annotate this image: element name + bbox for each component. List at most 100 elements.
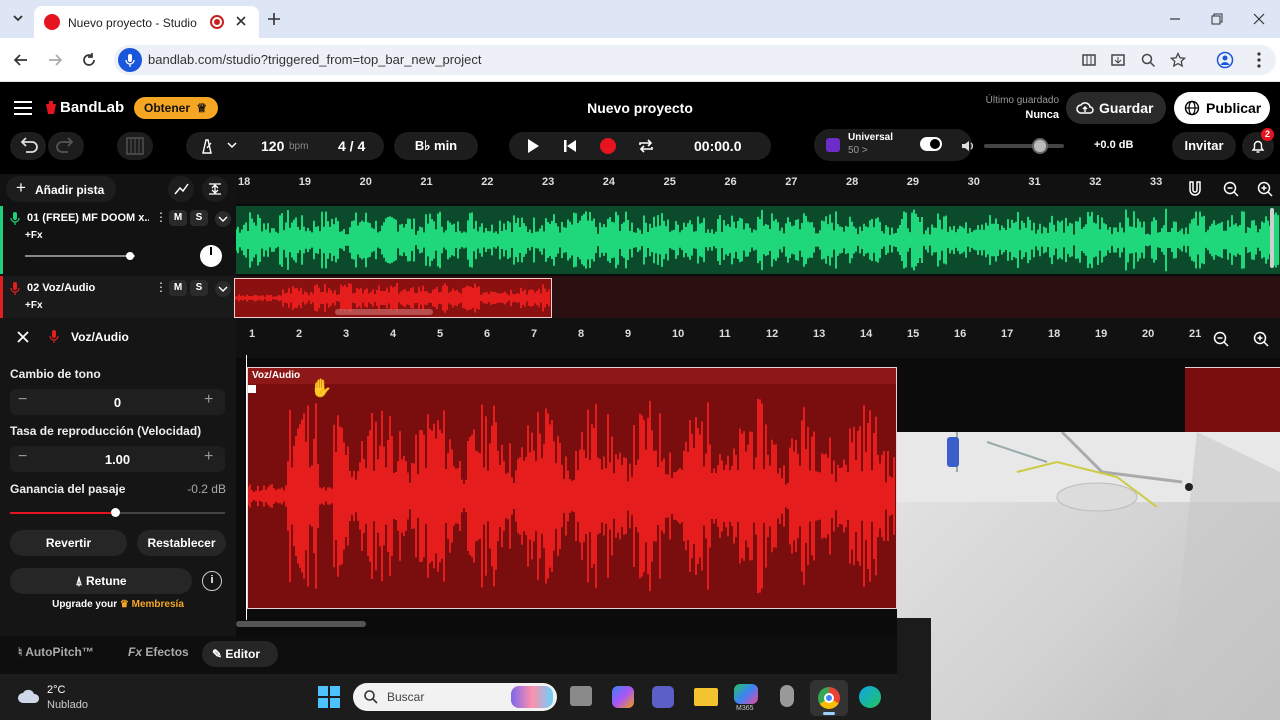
minimize-window-icon[interactable] — [1168, 12, 1182, 26]
undo-button[interactable] — [10, 132, 46, 160]
loop-icon[interactable] — [637, 137, 655, 155]
track-lane-2[interactable] — [234, 276, 1280, 318]
increment-icon[interactable]: + — [204, 448, 213, 466]
solo-button[interactable]: S — [190, 210, 208, 226]
track-expand-chevron-icon[interactable] — [215, 281, 231, 297]
tab-list-chevron-icon[interactable] — [10, 10, 26, 26]
editor-zoom-in-icon[interactable] — [1250, 328, 1272, 350]
mute-button[interactable]: M — [169, 210, 187, 226]
file-explorer-icon[interactable] — [694, 688, 718, 706]
browser-tab[interactable]: Nuevo proyecto - Studio — [34, 6, 259, 38]
close-window-icon[interactable] — [1252, 12, 1266, 26]
add-fx-button[interactable]: +Fx — [25, 300, 43, 311]
profile-icon[interactable] — [1216, 51, 1234, 69]
back-icon[interactable] — [12, 51, 30, 69]
weather-cloud-icon[interactable] — [16, 686, 42, 706]
publish-button[interactable]: Publicar — [1174, 92, 1270, 124]
reload-icon[interactable] — [80, 51, 98, 69]
track-volume-slider[interactable] — [25, 252, 135, 260]
mute-button[interactable]: M — [169, 280, 187, 296]
close-editor-icon[interactable] — [16, 330, 30, 344]
universal-sub[interactable]: 50 > — [848, 145, 868, 156]
solo-button[interactable]: S — [190, 280, 208, 296]
gain-slider[interactable] — [10, 508, 225, 517]
audio-region[interactable] — [234, 278, 552, 318]
url-field[interactable]: bandlab.com/studio?triggered_from=top_ba… — [114, 45, 1276, 75]
add-track-button[interactable]: + Añadir pista — [6, 176, 116, 202]
track-expand-chevron-icon[interactable] — [215, 211, 231, 227]
track-lane-1[interactable] — [236, 206, 1280, 274]
revert-button[interactable]: Revertir — [10, 530, 127, 556]
track-header-1[interactable]: 01 (FREE) MF DOOM x... ⋮ M S +Fx — [0, 206, 236, 274]
bpm-value[interactable]: 120 — [261, 138, 284, 154]
teams-icon[interactable] — [652, 686, 674, 708]
vertical-scrollbar[interactable] — [1270, 208, 1274, 268]
recorder-app-icon[interactable] — [780, 685, 794, 707]
bookmark-star-icon[interactable] — [1170, 52, 1186, 68]
retune-button[interactable]: ⍋ Retune — [10, 568, 192, 594]
rate-stepper[interactable]: − 1.00 + — [10, 446, 225, 472]
track-header-2[interactable]: 02 Voz/Audio ⋮ M S +Fx — [0, 276, 236, 318]
volume-icon[interactable] — [960, 138, 976, 154]
tab-autopitch[interactable]: ♮ AutoPitch™ — [18, 645, 94, 659]
snap-magnet-icon[interactable] — [1184, 178, 1206, 200]
play-icon[interactable] — [526, 138, 540, 154]
project-title[interactable]: Nuevo proyecto — [540, 100, 740, 116]
obtener-button[interactable]: Obtener ♕ — [134, 97, 218, 119]
reset-button[interactable]: Restablecer — [137, 530, 226, 556]
reading-mode-icon[interactable] — [1081, 52, 1097, 68]
track-name[interactable]: 01 (FREE) MF DOOM x... — [27, 212, 149, 224]
track-name[interactable]: 02 Voz/Audio — [27, 282, 95, 294]
edge-icon[interactable] — [859, 686, 881, 708]
key-selector[interactable]: B♭ min — [394, 132, 478, 160]
pan-knob[interactable] — [200, 245, 222, 267]
m365-icon[interactable] — [734, 684, 758, 704]
editor-zoom-out-icon[interactable] — [1210, 328, 1232, 350]
task-view-icon[interactable] — [570, 686, 592, 706]
microphone-permission-icon[interactable] — [118, 48, 142, 72]
metronome-icon[interactable] — [198, 138, 214, 154]
new-tab-icon[interactable] — [266, 11, 282, 27]
save-button[interactable]: Guardar — [1066, 92, 1166, 124]
taskbar-search-field[interactable]: Buscar — [353, 683, 557, 711]
master-volume-slider[interactable] — [984, 138, 1064, 154]
pitch-value[interactable]: 0 — [10, 395, 225, 410]
editor-audio-clip[interactable]: Voz/Audio — [247, 367, 897, 609]
increment-icon[interactable]: + — [204, 391, 213, 409]
editor-ruler[interactable]: 1 2 3 4 5 6 7 8 9 10 11 12 13 14 15 16 17 18 19 20 21 — [236, 318, 1280, 358]
hamburger-menu-icon[interactable] — [14, 100, 32, 116]
close-tab-icon[interactable] — [234, 14, 248, 28]
invite-button[interactable]: Invitar — [1172, 132, 1236, 160]
skip-to-start-icon[interactable] — [562, 138, 578, 154]
track-options-icon[interactable]: ⋮ — [155, 210, 167, 224]
gain-slider-thumb[interactable] — [111, 508, 121, 517]
zoom-in-icon[interactable] — [1254, 178, 1276, 200]
chrome-taskbar-button[interactable] — [810, 680, 848, 716]
info-icon[interactable]: i — [202, 571, 222, 591]
tab-effects[interactable]: Fx Efectos — [128, 645, 189, 659]
install-app-icon[interactable] — [1110, 52, 1126, 68]
automation-button[interactable] — [168, 176, 194, 202]
pitch-stepper[interactable]: − 0 + — [10, 389, 225, 415]
browser-menu-icon[interactable] — [1256, 51, 1262, 69]
track-options-icon[interactable]: ⋮ — [155, 280, 167, 294]
restore-window-icon[interactable] — [1210, 12, 1224, 26]
timeline-ruler[interactable]: 18 19 20 21 22 23 24 25 26 27 28 29 30 31 32 33 — [236, 174, 1280, 204]
add-fx-button[interactable]: +Fx — [25, 230, 43, 241]
mixer-button[interactable] — [117, 132, 153, 160]
metronome-options-chevron-icon[interactable] — [226, 139, 238, 151]
time-signature[interactable]: 4 / 4 — [338, 138, 365, 154]
track-volume-thumb[interactable] — [126, 252, 134, 260]
redo-button[interactable] — [48, 132, 84, 160]
rate-value[interactable]: 1.00 — [10, 452, 225, 467]
region-scrollbar[interactable] — [335, 309, 433, 315]
copilot-icon[interactable] — [612, 686, 634, 708]
windows-start-icon[interactable] — [318, 686, 340, 708]
record-icon[interactable] — [600, 138, 616, 154]
zoom-icon[interactable] — [1140, 52, 1156, 68]
forward-icon[interactable] — [46, 51, 64, 69]
universal-toggle[interactable] — [920, 137, 942, 151]
volume-slider-thumb[interactable] — [1032, 138, 1048, 154]
notifications-button[interactable]: 2 — [1242, 128, 1274, 160]
membership-link[interactable]: Membresía — [132, 599, 184, 610]
